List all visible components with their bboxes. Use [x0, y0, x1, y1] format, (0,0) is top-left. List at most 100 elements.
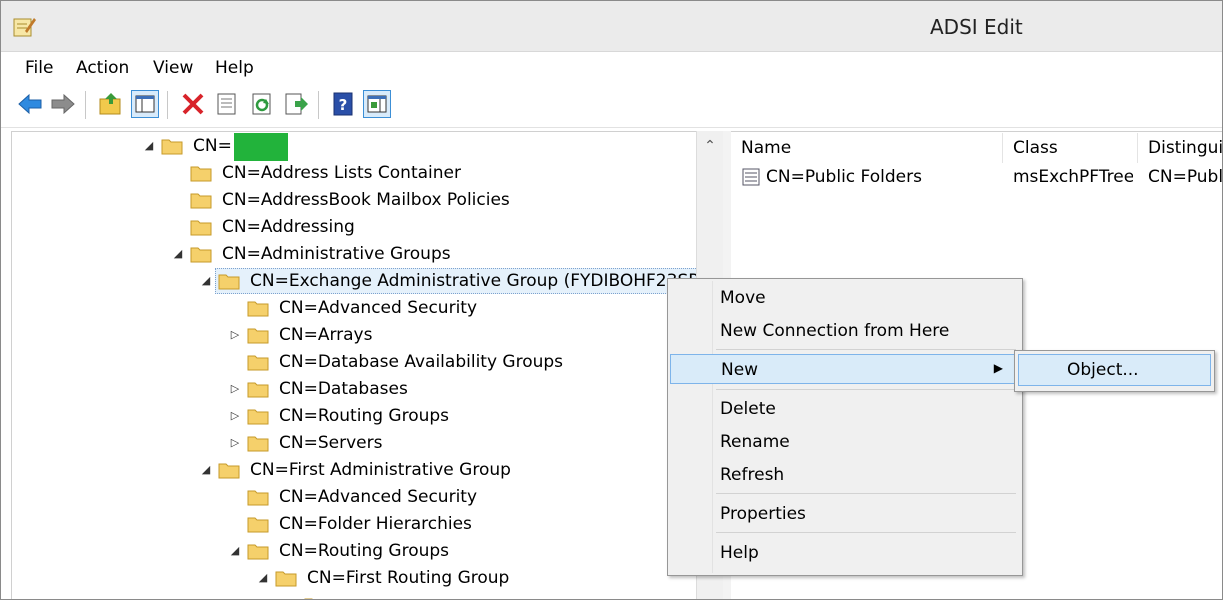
tree-node[interactable]: [286, 593, 706, 599]
delete-icon[interactable]: [179, 90, 207, 118]
menu-view[interactable]: View: [153, 58, 193, 78]
folder-icon: [247, 436, 269, 452]
tree-node-label: CN=Folder Hierarchies: [279, 514, 472, 534]
svg-text:?: ?: [339, 96, 348, 114]
tree-node[interactable]: CN=AddressBook Mailbox Policies: [172, 188, 672, 214]
title-bar: ADSI Edit: [1, 1, 1222, 52]
redacted-block: [233, 133, 288, 161]
collapse-arrow-icon[interactable]: ◢: [200, 274, 212, 287]
toolbar-separator: [318, 91, 319, 119]
tree-pane[interactable]: ◢ CN= CN=Address Lists Container CN=Addr…: [11, 131, 724, 599]
help-icon[interactable]: ?: [329, 90, 357, 118]
tree-node-administrative-groups[interactable]: ◢ CN=Administrative Groups: [172, 242, 672, 268]
row-class: msExchPFTree: [1013, 167, 1133, 187]
tree-node[interactable]: CN=Database Availability Groups: [229, 350, 709, 376]
toolbar-separator: [167, 91, 168, 119]
tree-node-label: CN=AddressBook Mailbox Policies: [222, 190, 510, 210]
menu-action[interactable]: Action: [76, 58, 129, 78]
menu-help[interactable]: Help: [215, 58, 254, 78]
menu-bar: File Action View Help: [1, 52, 1222, 84]
tree-node-label: CN=First Administrative Group: [250, 460, 511, 480]
menu-item-new[interactable]: New ▶: [670, 354, 1018, 384]
folder-icon: [275, 571, 297, 587]
expand-arrow-icon[interactable]: ▷: [229, 409, 241, 422]
collapse-arrow-icon[interactable]: ◢: [200, 463, 212, 476]
tree-node-label: CN=Advanced Security: [279, 298, 478, 318]
tree-node-label: CN=Advanced Security: [279, 487, 478, 507]
adsi-edit-window: ADSI Edit File Action View Help ? ◢ CN= …: [0, 0, 1223, 600]
tree-node-first-admin-group[interactable]: ◢ CN=First Administrative Group: [200, 458, 700, 484]
toolbar: ?: [1, 85, 1222, 128]
folder-icon: [247, 409, 269, 425]
folder-icon: [247, 544, 269, 560]
folder-icon: [247, 328, 269, 344]
menu-item-properties[interactable]: Properties: [670, 499, 1018, 529]
folder-icon: [218, 274, 240, 290]
new-submenu: Object...: [1014, 350, 1215, 392]
menu-item-delete[interactable]: Delete: [670, 394, 1018, 424]
list-row[interactable]: CN=Public Folders msExchPFTree CN=Publ: [731, 164, 1223, 190]
menu-item-rename[interactable]: Rename: [670, 427, 1018, 457]
folder-icon: [190, 193, 212, 209]
column-header-distinguished-name[interactable]: Distinguis: [1138, 133, 1222, 163]
expand-arrow-icon[interactable]: ▷: [229, 328, 241, 341]
tree-node-label: CN=Routing Groups: [279, 541, 450, 561]
tree-node-exchange-admin-group[interactable]: ◢ CN=Exchange Administrative Group (FYDI…: [200, 268, 724, 295]
menu-item-help[interactable]: Help: [670, 538, 1018, 568]
tree-node-label: CN=Administrative Groups: [222, 244, 451, 264]
folder-icon: [247, 301, 269, 317]
row-dn: CN=Publ: [1148, 167, 1223, 187]
folder-icon: [247, 490, 269, 506]
tree-node[interactable]: CN=Address Lists Container: [172, 161, 672, 187]
menu-item-new-connection[interactable]: New Connection from Here: [670, 316, 1018, 346]
tree-node[interactable]: CN=Advanced Security: [229, 485, 709, 511]
submenu-arrow-icon: ▶: [993, 361, 1003, 375]
show-hide-action-icon[interactable]: [363, 90, 391, 118]
tree-node-label: CN=Addressing: [222, 217, 355, 237]
scroll-up-arrow-icon[interactable]: ⌃: [697, 133, 723, 159]
refresh-icon[interactable]: [248, 90, 276, 118]
folder-icon: [247, 382, 269, 398]
folder-icon: [247, 517, 269, 533]
column-header-class[interactable]: Class: [1003, 133, 1138, 163]
menu-separator: [716, 389, 1016, 390]
collapse-arrow-icon[interactable]: ◢: [229, 544, 241, 557]
menu-item-move[interactable]: Move: [670, 283, 1018, 313]
tree-node[interactable]: ▷ CN=Databases: [229, 377, 709, 403]
tree-node-label: CN=Exchange Administrative Group (FYDIBO…: [250, 271, 724, 291]
adsi-edit-app-icon: [13, 18, 36, 37]
collapse-arrow-icon[interactable]: ◢: [143, 139, 155, 152]
toolbar-separator: [85, 91, 86, 119]
collapse-arrow-icon[interactable]: ◢: [172, 247, 184, 260]
folder-icon: [161, 139, 183, 155]
tree-node-label: CN=Arrays: [279, 325, 373, 345]
tree-node[interactable]: ▷ CN=Arrays: [229, 323, 709, 349]
tree-node[interactable]: ▷ CN=Servers: [229, 431, 709, 457]
tree-node[interactable]: ▷ CN=Routing Groups: [229, 404, 709, 430]
forward-icon[interactable]: [49, 90, 77, 118]
collapse-arrow-icon[interactable]: ◢: [257, 571, 269, 584]
tree-node[interactable]: ◢ CN=Routing Groups: [229, 539, 709, 565]
tree-node[interactable]: CN=Addressing: [172, 215, 672, 241]
expand-arrow-icon[interactable]: ▷: [229, 436, 241, 449]
tree-node-root[interactable]: ◢ CN=: [143, 133, 543, 161]
menu-file[interactable]: File: [25, 58, 53, 78]
folder-icon: [190, 166, 212, 182]
export-icon[interactable]: [282, 90, 310, 118]
tree-node[interactable]: ◢ CN=First Routing Group: [257, 566, 707, 592]
column-header-name[interactable]: Name: [731, 133, 1003, 163]
root-cn-prefix: CN=: [193, 136, 232, 156]
menu-item-refresh[interactable]: Refresh: [670, 460, 1018, 490]
container-icon: [742, 168, 760, 186]
expand-arrow-icon[interactable]: ▷: [229, 382, 241, 395]
tree-node[interactable]: CN=Advanced Security: [229, 296, 709, 322]
up-folder-icon[interactable]: [97, 90, 125, 118]
folder-icon: [304, 598, 313, 599]
menu-item-object[interactable]: Object...: [1018, 354, 1211, 386]
back-icon[interactable]: [16, 90, 44, 118]
tree-node-label: CN=Address Lists Container: [222, 163, 461, 183]
tree-node[interactable]: CN=Folder Hierarchies: [229, 512, 709, 538]
show-hide-tree-icon[interactable]: [131, 90, 159, 118]
properties-icon[interactable]: [213, 90, 241, 118]
tree-node-label: CN=Databases: [279, 379, 408, 399]
